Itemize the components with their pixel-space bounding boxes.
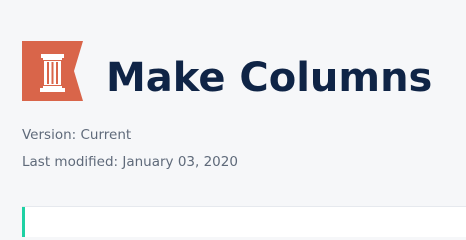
page-title: Make Columns [106,55,433,101]
version-label: Version: Current [22,127,132,143]
content-card [22,206,466,237]
last-modified-label: Last modified: January 03, 2020 [22,154,238,170]
page-header [22,41,83,101]
column-pillar-icon [22,41,83,101]
card-accent-bar [22,207,25,237]
